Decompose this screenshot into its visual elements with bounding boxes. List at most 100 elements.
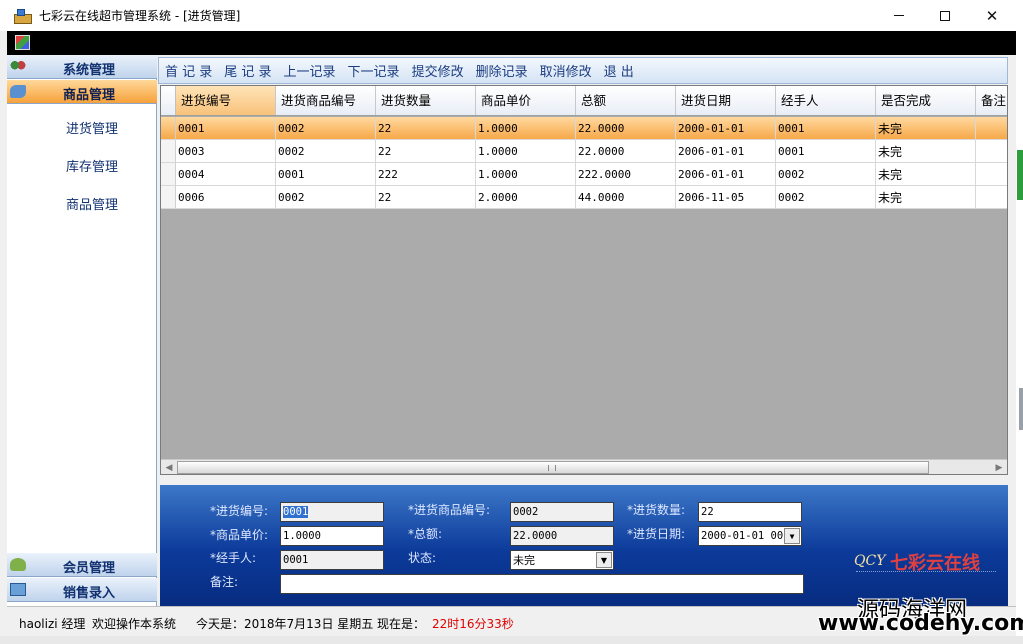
maximize-icon xyxy=(940,10,950,21)
cell-qty[interactable]: 22 xyxy=(376,117,476,139)
cell-handler[interactable]: 0002 xyxy=(776,163,876,185)
nav-section-member[interactable]: 会员管理 xyxy=(7,553,157,577)
cell-qty[interactable]: 22 xyxy=(376,140,476,162)
logo-mark: QCY xyxy=(854,553,886,569)
table-row[interactable]: 0006 0002 22 2.0000 44.0000 2006-11-05 0002 未完 xyxy=(161,186,1007,209)
col-header-qty[interactable]: 进货数量 xyxy=(376,86,476,115)
remark-field[interactable] xyxy=(280,574,804,594)
col-header-id[interactable]: 进货编号 xyxy=(176,86,276,115)
nav-section-goods[interactable]: 商品管理 xyxy=(7,80,157,104)
col-header-remark[interactable]: 备注 xyxy=(976,86,1007,115)
col-header-price[interactable]: 商品单价 xyxy=(476,86,576,115)
cell-qty[interactable]: 222 xyxy=(376,163,476,185)
status-select[interactable]: 未完 ▼ xyxy=(510,550,614,570)
cell-price[interactable]: 1.0000 xyxy=(476,117,576,139)
table-row[interactable]: 0001 0002 22 1.0000 22.0000 2000-01-01 0001 未完 xyxy=(161,117,1007,140)
sidebar-item-purchase[interactable]: 进货管理 xyxy=(66,118,118,137)
sidebar-item-goods[interactable]: 商品管理 xyxy=(66,194,118,213)
cell-date[interactable]: 2006-01-01 xyxy=(676,140,776,162)
row-selector[interactable] xyxy=(161,140,176,162)
minimize-icon xyxy=(894,15,904,16)
nav-section-system[interactable]: 系统管理 xyxy=(7,55,157,79)
cell-total[interactable]: 44.0000 xyxy=(576,186,676,208)
total-field[interactable]: 22.0000 xyxy=(510,526,614,546)
horizontal-scrollbar[interactable]: ◀ ▶ xyxy=(161,459,1007,474)
cell-date[interactable]: 2006-11-05 xyxy=(676,186,776,208)
cell-date[interactable]: 2006-01-01 xyxy=(676,163,776,185)
cancel-changes-button[interactable]: 取消修改 xyxy=(540,61,592,80)
col-header-total[interactable]: 总额 xyxy=(576,86,676,115)
cell-handler[interactable]: 0001 xyxy=(776,140,876,162)
id-field[interactable]: 0001 xyxy=(280,502,384,522)
cell-price[interactable]: 1.0000 xyxy=(476,140,576,162)
label-total: *总额: xyxy=(408,527,443,541)
window-title: 七彩云在线超市管理系统 - [进货管理] xyxy=(39,9,241,23)
last-record-button[interactable]: 尾 记 录 xyxy=(224,61,271,80)
cell-done[interactable]: 未完 xyxy=(876,186,976,208)
chevron-down-icon[interactable]: ▼ xyxy=(784,528,800,544)
qty-field[interactable]: 22 xyxy=(698,502,802,522)
maximize-button[interactable] xyxy=(922,0,968,31)
exit-button[interactable]: 退 出 xyxy=(604,61,634,80)
row-selector[interactable] xyxy=(161,186,176,208)
submit-changes-button[interactable]: 提交修改 xyxy=(412,61,464,80)
goods-id-field[interactable]: 0002 xyxy=(510,502,614,522)
cell-id[interactable]: 0001 xyxy=(176,117,276,139)
cell-price[interactable]: 1.0000 xyxy=(476,163,576,185)
cell-remark[interactable] xyxy=(976,163,1007,185)
table-row[interactable]: 0004 0001 222 1.0000 222.0000 2006-01-01 0002 未… xyxy=(161,163,1007,186)
table-row[interactable]: 0003 0002 22 1.0000 22.0000 2006-01-01 0001 未完 xyxy=(161,140,1007,163)
cell-remark[interactable] xyxy=(976,117,1007,139)
cell-goods-id[interactable]: 0001 xyxy=(276,163,376,185)
cell-goods-id[interactable]: 0002 xyxy=(276,186,376,208)
cell-handler[interactable]: 0001 xyxy=(776,117,876,139)
cell-id[interactable]: 0006 xyxy=(176,186,276,208)
delete-record-button[interactable]: 删除记录 xyxy=(476,61,528,80)
price-field[interactable]: 1.0000 xyxy=(280,526,384,546)
cell-goods-id[interactable]: 0002 xyxy=(276,117,376,139)
prev-record-button[interactable]: 上一记录 xyxy=(284,61,336,80)
mdi-window-icon[interactable] xyxy=(15,35,30,50)
scroll-right-icon[interactable]: ▶ xyxy=(991,460,1007,474)
cell-price[interactable]: 2.0000 xyxy=(476,186,576,208)
background-fragment xyxy=(1017,150,1023,200)
row-selector[interactable] xyxy=(161,163,176,185)
cell-total[interactable]: 222.0000 xyxy=(576,163,676,185)
nav-section-sales[interactable]: 销售录入 xyxy=(7,578,157,602)
first-record-button[interactable]: 首 记 录 xyxy=(165,61,212,80)
status-value: 未完 xyxy=(513,554,535,567)
cell-total[interactable]: 22.0000 xyxy=(576,140,676,162)
status-welcome: 欢迎操作本系统 xyxy=(92,617,177,631)
close-button[interactable]: ✕ xyxy=(969,0,1015,31)
col-header-goods-id[interactable]: 进货商品编号 xyxy=(276,86,376,115)
next-record-button[interactable]: 下一记录 xyxy=(348,61,400,80)
id-value: 0001 xyxy=(283,506,309,518)
cell-done[interactable]: 未完 xyxy=(876,140,976,162)
col-header-date[interactable]: 进货日期 xyxy=(676,86,776,115)
cell-id[interactable]: 0003 xyxy=(176,140,276,162)
cell-done[interactable]: 未完 xyxy=(876,163,976,185)
edit-form: *进货编号: 0001 *进货商品编号: 0002 *进货数量: 22 *商品单… xyxy=(160,485,1008,606)
nav-section-label: 系统管理 xyxy=(63,63,116,78)
col-header-handler[interactable]: 经手人 xyxy=(776,86,876,115)
cell-id[interactable]: 0004 xyxy=(176,163,276,185)
cell-date[interactable]: 2000-01-01 xyxy=(676,117,776,139)
scrollbar-thumb[interactable] xyxy=(177,461,929,474)
member-icon xyxy=(10,558,26,571)
date-picker[interactable]: 2000-01-01 00 ▼ xyxy=(698,526,802,546)
row-selector[interactable] xyxy=(161,117,176,139)
cell-remark[interactable] xyxy=(976,140,1007,162)
chevron-down-icon[interactable]: ▼ xyxy=(596,552,612,568)
grid-header: 进货编号 进货商品编号 进货数量 商品单价 总额 进货日期 经手人 是否完成 备… xyxy=(161,86,1007,116)
minimize-button[interactable] xyxy=(876,0,922,31)
cell-total[interactable]: 22.0000 xyxy=(576,117,676,139)
cell-goods-id[interactable]: 0002 xyxy=(276,140,376,162)
cell-remark[interactable] xyxy=(976,186,1007,208)
cell-done[interactable]: 未完 xyxy=(876,117,976,139)
scroll-left-icon[interactable]: ◀ xyxy=(161,460,177,474)
handler-field[interactable]: 0001 xyxy=(280,550,384,570)
cell-handler[interactable]: 0002 xyxy=(776,186,876,208)
cell-qty[interactable]: 22 xyxy=(376,186,476,208)
col-header-done[interactable]: 是否完成 xyxy=(876,86,976,115)
sidebar-item-stock[interactable]: 库存管理 xyxy=(66,156,118,175)
